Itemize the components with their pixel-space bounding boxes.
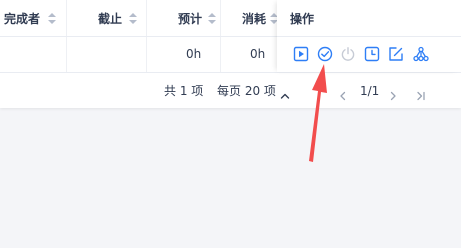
pager-total: 共 1 项: [164, 84, 204, 98]
tree-structure-icon[interactable]: [413, 46, 429, 62]
sort-deadline-icon[interactable]: [129, 13, 137, 25]
column-header-actions: 操作: [290, 12, 315, 26]
row-divider: [0, 72, 461, 73]
play-icon[interactable]: [293, 46, 309, 62]
column-header-consumed[interactable]: 消耗: [242, 12, 266, 26]
sort-estimate-icon[interactable]: [208, 13, 216, 25]
column-header-finisher[interactable]: 完成者: [4, 12, 40, 26]
power-icon: [340, 46, 356, 62]
column-header-estimate[interactable]: 预计: [178, 12, 202, 26]
clock-icon[interactable]: [364, 46, 380, 62]
last-page-icon[interactable]: [416, 86, 426, 101]
sort-finisher-icon[interactable]: [48, 13, 56, 25]
edit-icon[interactable]: [388, 46, 404, 62]
column-header-deadline[interactable]: 截止: [98, 12, 122, 26]
action-column: 操作: [277, 0, 461, 72]
chevron-up-icon[interactable]: [280, 86, 290, 99]
task-table-panel: 完成者 截止 预计 消耗 0h 0h 操作 共 1 项 每页 20 项 1/1: [0, 0, 461, 108]
estimate-cell: 0h: [186, 47, 202, 61]
header-divider: [277, 36, 461, 37]
next-page-icon[interactable]: [388, 86, 398, 101]
pager-page: 1/1: [360, 84, 380, 98]
consumed-cell: 0h: [250, 47, 266, 61]
check-circle-icon[interactable]: [317, 46, 333, 62]
pager-per-page[interactable]: 每页 20 项: [217, 84, 276, 98]
prev-page-icon[interactable]: [338, 86, 348, 101]
